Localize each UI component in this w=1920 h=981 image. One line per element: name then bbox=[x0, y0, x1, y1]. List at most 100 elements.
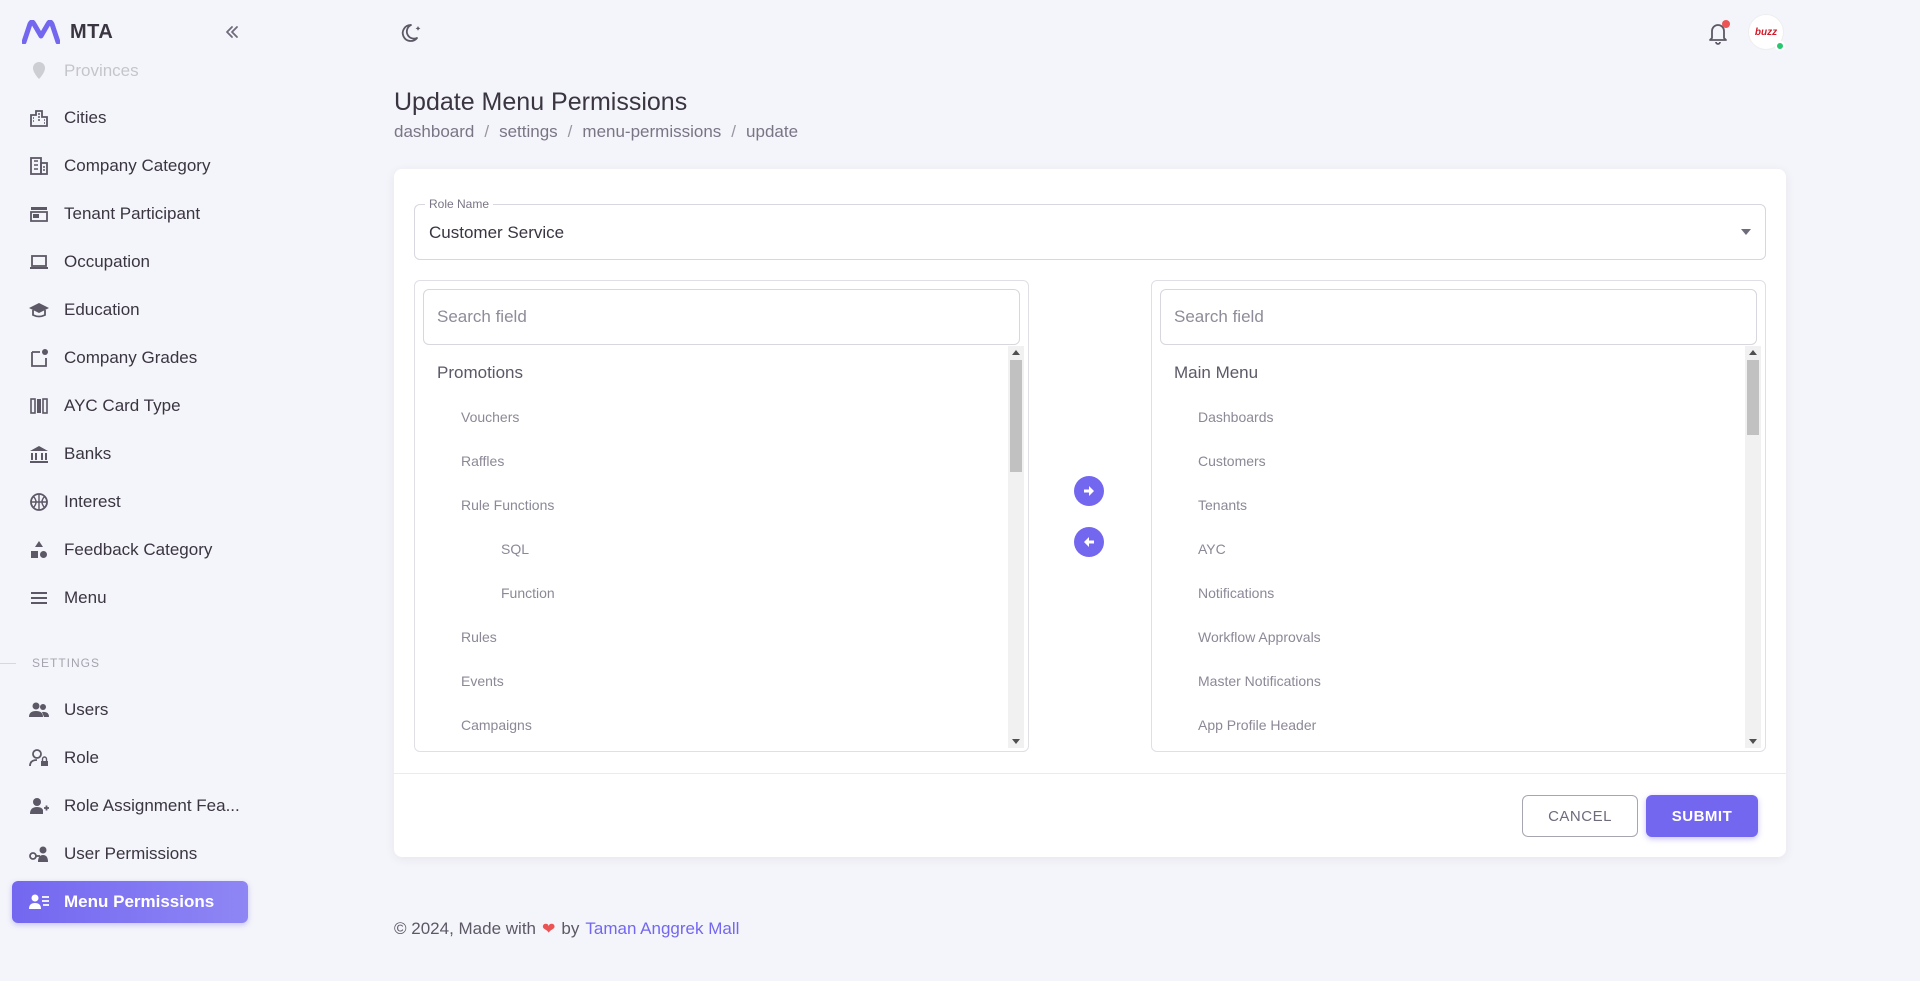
move-right-button[interactable] bbox=[1074, 476, 1104, 506]
sidebar-item-education[interactable]: Education bbox=[12, 289, 248, 331]
sidebar-item-company-category[interactable]: Company Category bbox=[12, 145, 248, 187]
sidebar-item-ayc-card-type[interactable]: AYC Card Type bbox=[12, 385, 248, 427]
scroll-up-arrow-icon[interactable] bbox=[1749, 350, 1757, 355]
user-list-icon bbox=[28, 891, 50, 913]
scroll-down-arrow-icon[interactable] bbox=[1749, 739, 1757, 744]
scrollbar-thumb[interactable] bbox=[1010, 360, 1022, 472]
sidebar-item-role-assignment-fea[interactable]: Role Assignment Fea... bbox=[12, 785, 248, 827]
tree-list-item[interactable]: App Profile Header bbox=[1198, 717, 1316, 733]
city-icon bbox=[28, 107, 50, 129]
submit-button[interactable]: SUBMIT bbox=[1646, 795, 1758, 837]
menu-lines-icon bbox=[28, 587, 50, 609]
sidebar-item-banks[interactable]: Banks bbox=[12, 433, 248, 475]
breadcrumb-dashboard[interactable]: dashboard bbox=[394, 122, 474, 142]
tree-list-item[interactable]: Function bbox=[501, 585, 555, 601]
arrow-left-icon bbox=[1084, 537, 1094, 547]
tree-group-item[interactable]: Promotions bbox=[437, 363, 523, 383]
user-key-icon bbox=[28, 843, 50, 865]
cancel-button[interactable]: CANCEL bbox=[1522, 795, 1638, 837]
sidebar-item-label: Menu bbox=[64, 588, 107, 607]
breadcrumb-separator: / bbox=[484, 122, 490, 141]
sidebar-item-label: Company Category bbox=[64, 156, 211, 175]
sidebar-item-occupation[interactable]: Occupation bbox=[12, 241, 248, 283]
sidebar-item-label: Company Grades bbox=[64, 348, 198, 367]
breadcrumb-separator: / bbox=[567, 122, 573, 141]
tree-list-item[interactable]: SQL bbox=[501, 541, 529, 557]
scroll-down-arrow-icon[interactable] bbox=[1012, 739, 1020, 744]
sidebar-item-provinces[interactable]: Provinces bbox=[12, 50, 248, 92]
map-pin-icon bbox=[28, 60, 50, 82]
card-type-icon bbox=[28, 395, 50, 417]
sidebar-item-users[interactable]: Users bbox=[12, 689, 248, 731]
tree-list-item[interactable]: Dashboards bbox=[1198, 409, 1274, 425]
notification-bell-button[interactable] bbox=[1705, 20, 1731, 46]
avatar-logo-text: buzz bbox=[1754, 26, 1778, 38]
available-list-scrollbar[interactable] bbox=[1008, 346, 1024, 748]
building-icon bbox=[28, 155, 50, 177]
tree-list-item[interactable]: Vouchers bbox=[461, 409, 519, 425]
breadcrumb-menu-permissions[interactable]: menu-permissions bbox=[582, 122, 721, 142]
tree-list-item[interactable]: Customers bbox=[1198, 453, 1266, 469]
user-avatar[interactable]: buzz bbox=[1748, 14, 1785, 51]
settings-section-label: SETTINGS bbox=[0, 655, 260, 671]
tree-group-item[interactable]: Main Menu bbox=[1174, 363, 1258, 383]
footer-link[interactable]: Taman Anggrek Mall bbox=[585, 919, 739, 939]
available-menus-panel: Promotions Vouchers Raffles Rule Functions S… bbox=[414, 280, 1029, 752]
sidebar-item-feedback-category[interactable]: Feedback Category bbox=[12, 529, 248, 571]
breadcrumb: dashboard / settings / menu-permissions … bbox=[394, 122, 798, 142]
sidebar-item-interest[interactable]: Interest bbox=[12, 481, 248, 523]
app-name: MTA bbox=[70, 20, 114, 43]
tree-list-item[interactable]: Master Notifications bbox=[1198, 673, 1321, 689]
laptop-icon bbox=[28, 251, 50, 273]
logo-icon bbox=[22, 20, 60, 44]
online-status-indicator bbox=[1775, 41, 1785, 51]
sidebar-item-menu[interactable]: Menu bbox=[12, 577, 248, 619]
role-name-value: Customer Service bbox=[429, 223, 565, 242]
sidebar-item-menu-permissions[interactable]: Menu Permissions bbox=[12, 881, 248, 923]
sidebar-item-user-permissions[interactable]: User Permissions bbox=[12, 833, 248, 875]
tree-list-item[interactable]: Campaigns bbox=[461, 717, 532, 733]
users-icon bbox=[28, 699, 50, 721]
sidebar-item-label: Menu Permissions bbox=[64, 892, 215, 911]
theme-toggle-button[interactable] bbox=[400, 20, 426, 46]
tree-list-item[interactable]: Notifications bbox=[1198, 585, 1274, 601]
sidebar-item-label: Occupation bbox=[64, 252, 150, 271]
sidebar-item-label: User Permissions bbox=[64, 844, 198, 863]
tree-list-item[interactable]: Rules bbox=[461, 629, 497, 645]
assigned-search-input[interactable] bbox=[1160, 289, 1757, 345]
role-name-select[interactable]: Role Name Customer Service bbox=[414, 197, 1766, 260]
tree-list-item[interactable]: Tenants bbox=[1198, 497, 1247, 513]
sidebar-item-label: Role bbox=[64, 748, 99, 767]
sidebar-item-tenant-participant[interactable]: Tenant Participant bbox=[12, 193, 248, 235]
permissions-card: Role Name Customer Service Promotions Vou… bbox=[394, 169, 1786, 857]
double-chevron-left-icon bbox=[226, 26, 238, 38]
scrollbar-thumb[interactable] bbox=[1747, 360, 1759, 435]
tree-list-item[interactable]: Rule Functions bbox=[461, 497, 554, 513]
sidebar-item-label: Banks bbox=[64, 444, 112, 463]
available-search-input[interactable] bbox=[423, 289, 1020, 345]
tree-list-item[interactable]: Workflow Approvals bbox=[1198, 629, 1321, 645]
grade-icon bbox=[28, 347, 50, 369]
sidebar-item-role[interactable]: Role bbox=[12, 737, 248, 779]
breadcrumb-separator: / bbox=[731, 122, 737, 141]
assigned-list-scrollbar[interactable] bbox=[1745, 346, 1761, 748]
sidebar: MTA Provinces Cities Company Category Tenan… bbox=[0, 0, 260, 981]
scroll-up-arrow-icon[interactable] bbox=[1012, 350, 1020, 355]
breadcrumb-settings[interactable]: settings bbox=[499, 122, 558, 142]
bank-icon bbox=[28, 443, 50, 465]
basketball-icon bbox=[28, 491, 50, 513]
move-left-button[interactable] bbox=[1074, 527, 1104, 557]
moon-stars-icon bbox=[401, 24, 421, 42]
card-divider bbox=[394, 773, 1786, 774]
role-name-label: Role Name bbox=[425, 197, 494, 211]
sidebar-item-company-grades[interactable]: Company Grades bbox=[12, 337, 248, 379]
heart-icon: ❤ bbox=[542, 921, 556, 938]
notification-badge bbox=[1722, 20, 1730, 28]
tree-list-item[interactable]: Events bbox=[461, 673, 504, 689]
footer: © 2024, Made with ❤ by Taman Anggrek Mal… bbox=[394, 919, 739, 939]
collapse-sidebar-button[interactable] bbox=[220, 20, 244, 44]
sidebar-item-label: Education bbox=[64, 300, 140, 319]
sidebar-item-cities[interactable]: Cities bbox=[12, 97, 248, 139]
tree-list-item[interactable]: AYC bbox=[1198, 541, 1226, 557]
tree-list-item[interactable]: Raffles bbox=[461, 453, 504, 469]
